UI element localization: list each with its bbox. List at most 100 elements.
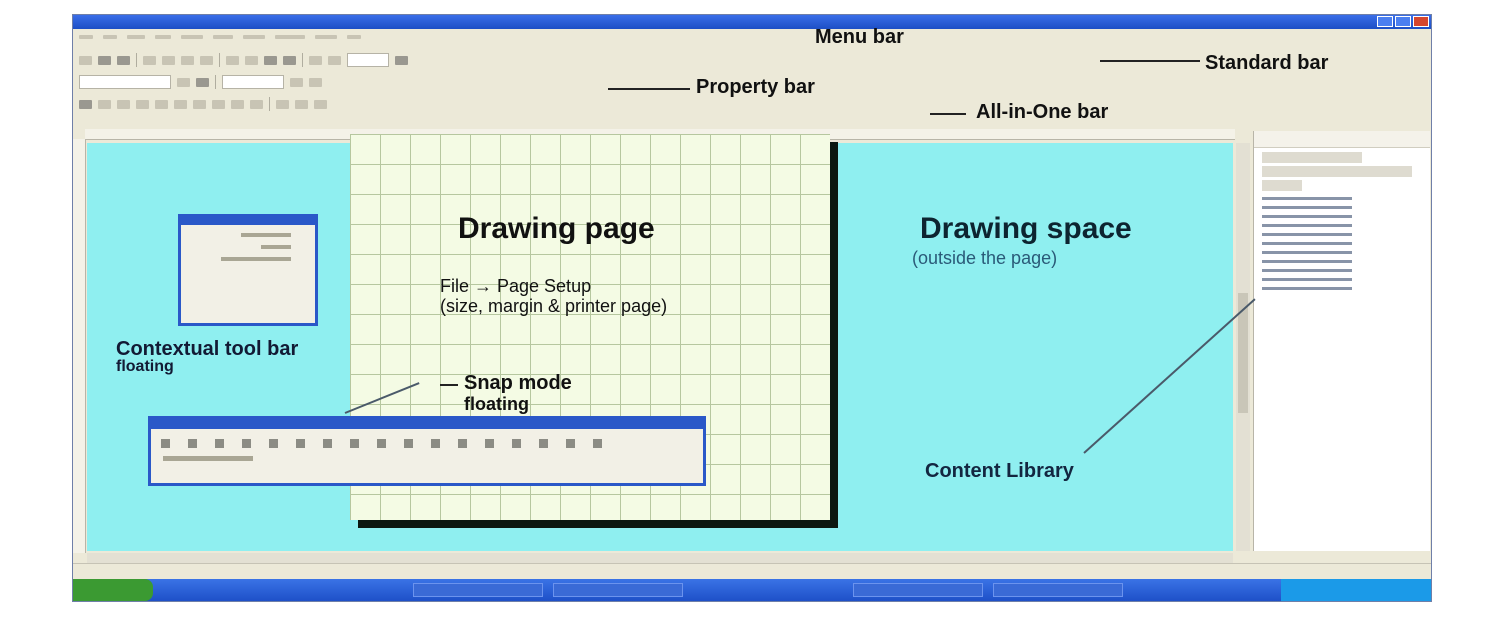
panel-control[interactable] xyxy=(1262,180,1302,191)
menu-bar-callout: Menu bar xyxy=(815,26,904,48)
menu-item[interactable] xyxy=(103,35,117,39)
snap-icon[interactable] xyxy=(566,439,575,448)
open-icon[interactable] xyxy=(98,55,111,65)
freehand-tool-icon[interactable] xyxy=(136,99,149,109)
portrait-icon[interactable] xyxy=(177,77,190,87)
list-item[interactable] xyxy=(1262,224,1352,227)
snap-icon[interactable] xyxy=(404,439,413,448)
title-bar xyxy=(73,15,1431,29)
save-icon[interactable] xyxy=(117,55,130,65)
taskbar-item[interactable] xyxy=(853,583,983,597)
minimize-button[interactable] xyxy=(1377,16,1393,27)
list-item[interactable] xyxy=(1262,251,1352,254)
list-item[interactable] xyxy=(1262,233,1352,236)
options-icon[interactable] xyxy=(395,55,408,65)
toolbar-row xyxy=(163,456,253,461)
outline-tool-icon[interactable] xyxy=(250,99,263,109)
contextual-toolbar-callout-line2: floating xyxy=(116,358,174,375)
list-item[interactable] xyxy=(1262,260,1352,263)
close-button[interactable] xyxy=(1413,16,1429,27)
panel-control[interactable] xyxy=(1262,152,1362,163)
menu-item[interactable] xyxy=(275,35,305,39)
dynamic-guides-icon[interactable] xyxy=(242,439,251,448)
menu-item[interactable] xyxy=(315,35,337,39)
callout-leader xyxy=(440,384,458,386)
snap-icon[interactable] xyxy=(269,439,278,448)
fill-tool-icon[interactable] xyxy=(231,99,244,109)
group-icon[interactable] xyxy=(295,99,308,109)
menu-bar xyxy=(73,29,1431,45)
floating-toolbar-titlebar[interactable] xyxy=(151,419,703,429)
menu-item[interactable] xyxy=(213,35,233,39)
print-icon[interactable] xyxy=(143,55,156,65)
new-icon[interactable] xyxy=(79,55,92,65)
export-icon[interactable] xyxy=(283,55,296,65)
zoom-level-field[interactable] xyxy=(347,53,389,67)
menu-item[interactable] xyxy=(155,35,171,39)
taskbar-item[interactable] xyxy=(413,583,543,597)
snap-icon[interactable] xyxy=(431,439,440,448)
floating-toolbar-titlebar[interactable] xyxy=(181,217,315,225)
paper-type-field[interactable] xyxy=(79,75,171,89)
copy-icon[interactable] xyxy=(181,55,194,65)
drawing-page-note-line1: File → Page Setup xyxy=(440,276,592,296)
list-item[interactable] xyxy=(1262,242,1352,245)
snap-icon[interactable] xyxy=(485,439,494,448)
duplicate-distance-icon[interactable] xyxy=(309,77,322,87)
snap-icon[interactable] xyxy=(593,439,602,448)
nudge-icon[interactable] xyxy=(290,77,303,87)
snap-to-grid-icon[interactable] xyxy=(161,439,170,448)
redo-icon[interactable] xyxy=(245,55,258,65)
start-button[interactable] xyxy=(73,579,153,601)
pick-tool-icon[interactable] xyxy=(79,99,92,109)
rectangle-tool-icon[interactable] xyxy=(155,99,168,109)
snap-icon[interactable] xyxy=(458,439,467,448)
menu-item[interactable] xyxy=(243,35,265,39)
snap-to-guidelines-icon[interactable] xyxy=(188,439,197,448)
snap-icon[interactable] xyxy=(350,439,359,448)
list-item[interactable] xyxy=(1262,197,1352,200)
list-item[interactable] xyxy=(1262,287,1352,290)
paste-icon[interactable] xyxy=(200,55,213,65)
snap-icon[interactable] xyxy=(296,439,305,448)
library-selector[interactable] xyxy=(1262,166,1412,177)
snap-icon[interactable] xyxy=(512,439,521,448)
taskbar-item[interactable] xyxy=(993,583,1123,597)
ellipse-tool-icon[interactable] xyxy=(174,99,187,109)
ungroup-icon[interactable] xyxy=(314,99,327,109)
text-tool-icon[interactable] xyxy=(212,99,225,109)
toolbar-separator xyxy=(269,97,270,111)
snap-icon[interactable] xyxy=(539,439,548,448)
list-item[interactable] xyxy=(1262,206,1352,209)
cut-icon[interactable] xyxy=(162,55,175,65)
maximize-button[interactable] xyxy=(1395,16,1411,27)
list-item[interactable] xyxy=(1262,278,1352,281)
menu-item[interactable] xyxy=(181,35,203,39)
list-item[interactable] xyxy=(1262,269,1352,272)
vertical-scrollbar[interactable] xyxy=(1236,143,1250,551)
units-field[interactable] xyxy=(222,75,284,89)
menu-item[interactable] xyxy=(127,35,145,39)
zoom-tool-icon[interactable] xyxy=(117,99,130,109)
undo-icon[interactable] xyxy=(226,55,239,65)
menu-item[interactable] xyxy=(79,35,93,39)
toolbar-row xyxy=(241,233,291,237)
align-icon[interactable] xyxy=(276,99,289,109)
import-icon[interactable] xyxy=(264,55,277,65)
vertical-ruler[interactable] xyxy=(73,139,86,553)
taskbar-item[interactable] xyxy=(553,583,683,597)
list-item[interactable] xyxy=(1262,215,1352,218)
snap-icon[interactable] xyxy=(377,439,386,448)
window-controls xyxy=(1377,16,1429,27)
floating-snap-toolbar[interactable] xyxy=(148,416,706,486)
standard-bar-callout: Standard bar xyxy=(1205,52,1329,74)
polygon-tool-icon[interactable] xyxy=(193,99,206,109)
snap-to-objects-icon[interactable] xyxy=(215,439,224,448)
shape-tool-icon[interactable] xyxy=(98,99,111,109)
welcome-screen-icon[interactable] xyxy=(328,55,341,65)
menu-item[interactable] xyxy=(347,35,361,39)
snap-icon[interactable] xyxy=(323,439,332,448)
landscape-icon[interactable] xyxy=(196,77,209,87)
floating-contextual-toolbar[interactable] xyxy=(178,214,318,326)
application-launcher-icon[interactable] xyxy=(309,55,322,65)
